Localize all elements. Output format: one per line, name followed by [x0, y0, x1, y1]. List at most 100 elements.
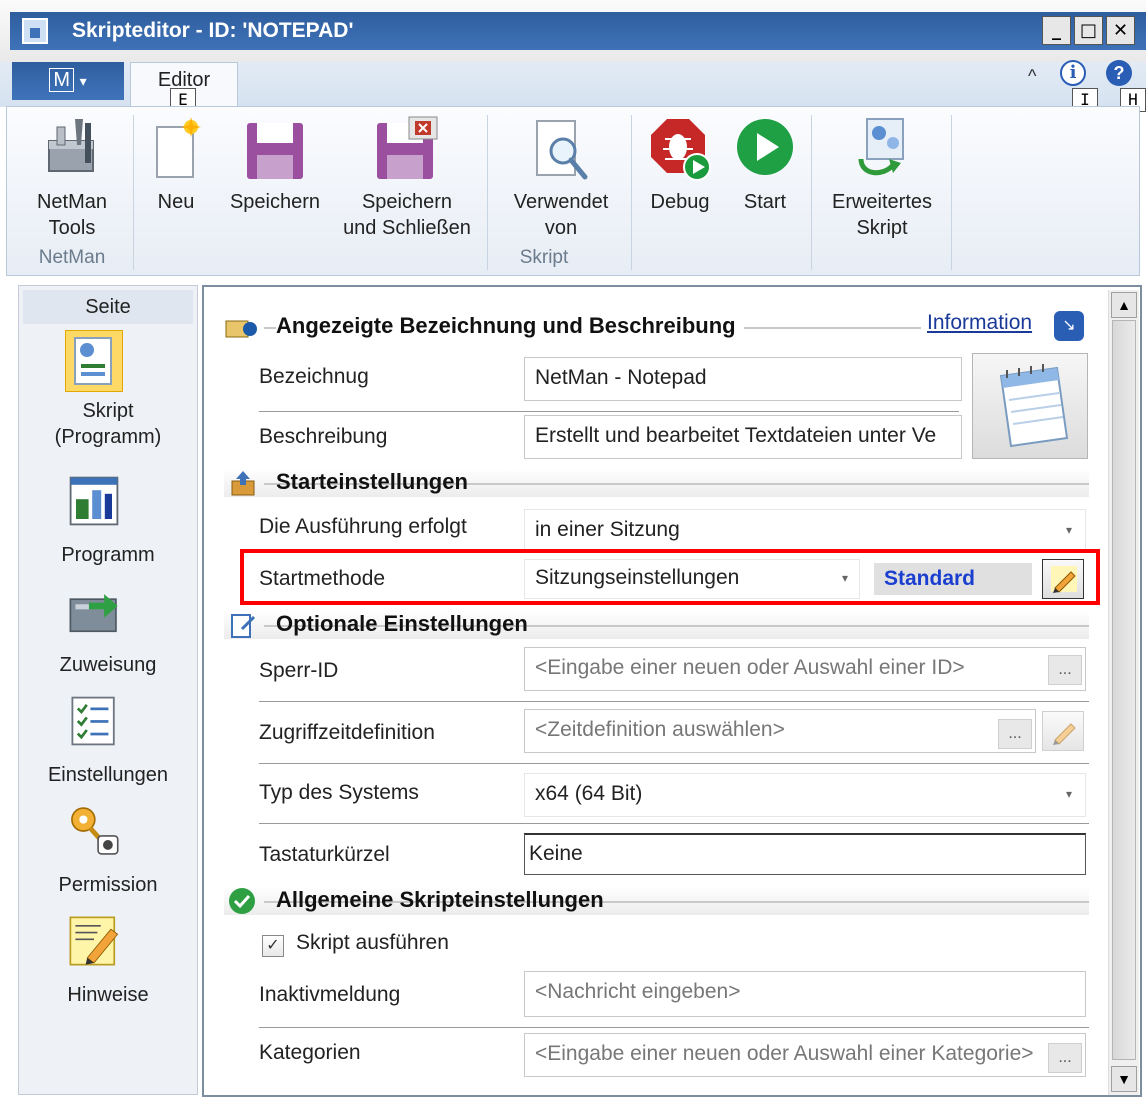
edit-document-icon	[231, 614, 256, 638]
titlebar-band: Skripteditor - ID: 'NOTEPAD' _ □ ✕	[10, 12, 1146, 50]
nav-item-einstellungen-label: Einstellungen	[47, 764, 169, 786]
document-search-icon	[536, 120, 588, 180]
section-display-name-title: Angezeigte Bezeichnung und Beschreibung	[276, 313, 744, 339]
help-icon[interactable]: ?	[1106, 60, 1132, 86]
tastatur-input[interactable]: Keine	[524, 833, 1086, 875]
start-button[interactable]: Start	[723, 113, 807, 223]
app-icon[interactable]	[22, 18, 48, 44]
collapse-ribbon-icon[interactable]: ^	[1028, 66, 1036, 87]
ribbon-tab-row: M ▾ Editor E ^ i ? I H	[0, 60, 1146, 112]
netman-tools-button[interactable]: NetMan Tools	[17, 113, 127, 248]
content-pane: Angezeigte Bezeichnung und Beschreibung …	[202, 285, 1142, 1097]
info-icon[interactable]: i	[1060, 60, 1086, 86]
nav-header: Seite	[23, 290, 193, 324]
sperr-id-label: Sperr-ID	[259, 659, 339, 682]
notes-icon	[69, 916, 119, 966]
vertical-scrollbar[interactable]: ▲ ▼	[1108, 290, 1139, 1095]
debug-label: Debug	[650, 191, 710, 213]
ausfuehrung-label: Die Ausführung erfolgt	[259, 515, 467, 538]
nav-item-zuweisung-label: Zuweisung	[59, 654, 157, 676]
typ-dropdown[interactable]: x64 (64 Bit)	[524, 773, 1086, 817]
zugriff-placeholder: <Zeitdefinition auswählen>	[535, 718, 785, 741]
nav-item-skript[interactable]: Skript (Programm)	[19, 330, 197, 460]
skript-ausfuehren-checkbox[interactable]: ✓	[262, 935, 284, 957]
scroll-down-button[interactable]: ▼	[1111, 1066, 1137, 1092]
edit-zugriff-button[interactable]	[1042, 711, 1084, 751]
extended-script-icon	[858, 118, 904, 176]
chevron-down-icon[interactable]: ▾	[1056, 787, 1082, 801]
bezeichnung-label: Bezeichnug	[259, 365, 369, 388]
ribbon-separator	[133, 115, 134, 270]
netman-tools-label: NetMan Tools	[36, 191, 108, 239]
row-separator	[259, 823, 1089, 824]
section-start-settings: Starteinstellungen	[224, 469, 1089, 497]
nav-item-skript-label: Skript (Programm)	[54, 400, 162, 448]
section-start-settings-title: Starteinstellungen	[276, 469, 468, 494]
save-icon	[247, 123, 303, 179]
notepad-icon	[999, 364, 1069, 448]
chevron-down-icon[interactable]: ▾	[832, 571, 858, 585]
save-and-close-button[interactable]: Speichern und Schließen	[333, 113, 481, 248]
nav-item-einstellungen[interactable]: Einstellungen	[19, 694, 197, 794]
bezeichnung-input[interactable]: NetMan - Notepad	[524, 357, 962, 401]
tastatur-label: Tastaturkürzel	[259, 843, 390, 866]
edit-startmethode-button[interactable]	[1042, 559, 1084, 599]
inaktiv-input[interactable]: <Nachricht eingeben>	[524, 971, 1086, 1017]
maximize-button[interactable]: □	[1074, 16, 1103, 45]
kategorien-placeholder: <Eingabe einer neuen oder Auswahl einer …	[535, 1042, 1034, 1065]
section-general-settings-title: Allgemeine Skripteinstellungen	[276, 887, 604, 912]
page-navigation: Seite Skript (Programm) Programm Zuweisu…	[18, 285, 198, 1095]
used-by-label: Verwendet von	[513, 191, 609, 239]
skript-ausfuehren-label: Skript ausführen	[296, 931, 449, 954]
zugriff-input[interactable]: <Zeitdefinition auswählen>	[524, 709, 1036, 753]
settings-list-icon	[71, 696, 115, 746]
label-tag-icon	[225, 320, 257, 338]
nav-item-programm[interactable]: Programm	[19, 474, 197, 574]
standard-label: Standard	[874, 563, 1032, 595]
row-separator	[259, 763, 1089, 764]
section-optional-settings-title: Optionale Einstellungen	[276, 611, 528, 636]
nav-item-hinweise[interactable]: Hinweise	[19, 914, 197, 1014]
pencil-icon	[1051, 566, 1077, 593]
extended-script-button[interactable]: Erweitertes Skript	[817, 113, 947, 248]
kategorien-label: Kategorien	[259, 1041, 361, 1064]
used-by-button[interactable]: Verwendet von	[497, 113, 625, 248]
new-button[interactable]: Neu	[143, 113, 209, 223]
sperr-id-browse-button[interactable]: ...	[1048, 655, 1082, 685]
program-icon-button[interactable]	[972, 353, 1088, 459]
scroll-up-button[interactable]: ▲	[1111, 292, 1137, 318]
sperr-id-placeholder: <Eingabe einer neuen oder Auswahl einer …	[535, 656, 965, 679]
expand-arrow-icon[interactable]: ↘	[1054, 311, 1084, 341]
typ-label: Typ des Systems	[259, 781, 419, 804]
startmethode-dropdown[interactable]: Sitzungseinstellungen	[524, 559, 860, 599]
application-menu-button[interactable]: M ▾	[12, 62, 124, 100]
row-separator	[259, 411, 959, 412]
nav-item-permission[interactable]: Permission	[19, 804, 197, 904]
extended-script-label: Erweitertes Skript	[831, 191, 933, 239]
nav-item-zuweisung[interactable]: Zuweisung	[19, 584, 197, 684]
kategorien-browse-button[interactable]: ...	[1048, 1043, 1082, 1073]
save-close-icon	[377, 116, 438, 179]
zugriff-browse-button[interactable]: ...	[998, 719, 1032, 749]
debug-button[interactable]: Debug	[637, 113, 723, 223]
program-icon	[69, 476, 119, 526]
save-button[interactable]: Speichern	[219, 113, 331, 223]
inaktiv-label: Inaktivmeldung	[259, 983, 401, 1006]
information-link[interactable]: Information	[921, 311, 1039, 335]
beschreibung-input[interactable]: Erstellt und bearbeitet Textdateien unte…	[524, 415, 962, 459]
chevron-down-icon: ▾	[79, 73, 87, 89]
menu-label: M	[49, 68, 75, 92]
kategorien-input[interactable]: <Eingabe einer neuen oder Auswahl einer …	[524, 1033, 1086, 1077]
play-icon	[737, 119, 793, 175]
section-general-settings: Allgemeine Skripteinstellungen	[224, 887, 1089, 915]
minimize-button[interactable]: _	[1042, 16, 1071, 45]
ausfuehrung-dropdown[interactable]: in einer Sitzung	[524, 509, 1086, 553]
sperr-id-input[interactable]: <Eingabe einer neuen oder Auswahl einer …	[524, 647, 1086, 691]
chevron-down-icon[interactable]: ▾	[1056, 523, 1082, 537]
inaktiv-placeholder: <Nachricht eingeben>	[535, 980, 741, 1003]
scroll-thumb[interactable]	[1112, 320, 1136, 1060]
save-close-label: Speichern und Schließen	[343, 191, 471, 239]
close-button[interactable]: ✕	[1106, 16, 1135, 45]
save-label: Speichern	[229, 191, 321, 213]
box-upload-icon	[231, 471, 255, 496]
